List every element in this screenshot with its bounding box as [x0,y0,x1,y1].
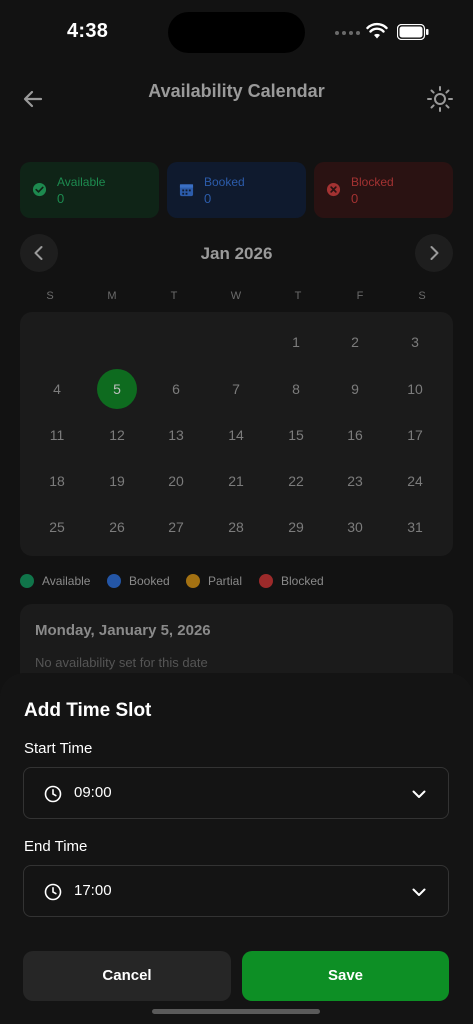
calendar-day[interactable]: 17 [395,415,435,455]
clock-icon [44,883,62,901]
calendar-day[interactable]: 8 [276,369,316,409]
status-bar: 4:38 [0,0,473,64]
legend-label: Available [42,574,91,588]
chevron-down-icon [412,888,426,896]
calendar-day[interactable]: 11 [37,415,77,455]
x-circle-icon [326,182,341,197]
legend-item-booked: Booked [107,572,170,590]
battery-icon [397,24,429,40]
stat-count: 0 [351,191,359,206]
calendar-day[interactable]: 16 [335,415,375,455]
legend-item-blocked: Blocked [259,572,324,590]
weekday-label: M [107,290,117,302]
legend-dot [20,574,34,588]
weekday-label: T [170,290,178,302]
chevron-down-icon [412,790,426,798]
stat-count: 0 [57,191,65,206]
calendar-day[interactable]: 21 [216,461,256,501]
calendar-day[interactable]: 3 [395,322,435,362]
calendar-day[interactable]: 31 [395,507,435,547]
calendar-day[interactable]: 12 [97,415,137,455]
calendar-day[interactable]: 30 [335,507,375,547]
stat-label: Blocked [351,175,394,189]
calendar-day[interactable]: 13 [156,415,196,455]
selected-date-title: Monday, January 5, 2026 [35,622,211,639]
calendar-legend: Available Booked Partial Blocked [20,572,453,590]
calendar-day[interactable]: 28 [216,507,256,547]
start-time-select[interactable]: 09:00 [23,767,449,819]
end-time-label: End Time [24,838,88,855]
app-header: Availability Calendar [0,70,473,126]
calendar-grid: 1 2 3 4 5 6 7 8 9 10 11 12 13 14 15 16 17 18 19 20 21 22 23 24 2… [20,312,453,556]
end-time-select[interactable]: 17:00 [23,865,449,917]
weekday-header: S M T W T F S [20,290,453,304]
calendar-day[interactable]: 18 [37,461,77,501]
stat-card-blocked: Blocked 0 [314,162,453,218]
home-indicator [152,1009,320,1014]
cancel-button[interactable]: Cancel [23,951,231,1001]
check-circle-icon [32,182,47,197]
stat-card-booked: Booked 0 [167,162,306,218]
calendar-day[interactable]: 1 [276,322,316,362]
calendar-day[interactable]: 4 [37,369,77,409]
calendar-day[interactable]: 2 [335,322,375,362]
legend-label: Booked [129,574,170,588]
empty-state-text: No availability set for this date [35,655,208,670]
calendar-day-selected[interactable]: 5 [97,369,137,409]
weekday-label: S [46,290,54,302]
weekday-label: T [294,290,302,302]
legend-label: Partial [208,574,243,588]
calendar-icon [179,184,194,197]
legend-dot [259,574,273,588]
legend-dot [107,574,121,588]
start-time-value: 09:00 [74,784,112,801]
stat-label: Booked [204,175,245,189]
clock-icon [44,785,62,803]
weekday-label: W [230,290,242,302]
page-title: Availability Calendar [148,81,325,101]
chevron-right-icon [430,246,439,260]
calendar-day[interactable]: 25 [37,507,77,547]
calendar-day[interactable]: 9 [335,369,375,409]
save-button[interactable]: Save [242,951,449,1001]
weekday-label: S [418,290,426,302]
signal-icon [335,31,360,35]
month-navigation: Jan 2026 [20,234,453,274]
month-label: Jan 2026 [200,244,273,263]
calendar-day[interactable]: 19 [97,461,137,501]
calendar-day[interactable]: 27 [156,507,196,547]
sheet-title: Add Time Slot [24,700,152,721]
weekday-label: F [356,290,364,302]
stat-count: 0 [204,191,212,206]
calendar-day[interactable]: 26 [97,507,137,547]
end-time-value: 17:00 [74,882,112,899]
status-time: 4:38 [67,20,109,42]
legend-dot [186,574,200,588]
calendar-day[interactable]: 10 [395,369,435,409]
legend-item-available: Available [20,572,90,590]
calendar-day[interactable]: 6 [156,369,196,409]
calendar-day[interactable]: 24 [395,461,435,501]
calendar-day[interactable]: 23 [335,461,375,501]
wifi-icon [366,22,388,39]
calendar-day[interactable]: 20 [156,461,196,501]
stat-card-available: Available 0 [20,162,159,218]
dynamic-island [168,12,305,53]
legend-label: Blocked [281,574,324,588]
legend-item-partial: Partial [186,572,242,590]
calendar-day[interactable]: 22 [276,461,316,501]
sun-icon[interactable] [425,84,455,114]
next-month-button[interactable] [415,234,453,272]
add-time-slot-sheet: Add Time Slot Start Time 09:00 End Time … [0,673,473,1024]
calendar-day[interactable]: 14 [216,415,256,455]
start-time-label: Start Time [24,740,93,757]
stat-label: Available [57,175,106,189]
calendar-day[interactable]: 15 [276,415,316,455]
calendar-day[interactable]: 29 [276,507,316,547]
calendar-day[interactable]: 7 [216,369,256,409]
